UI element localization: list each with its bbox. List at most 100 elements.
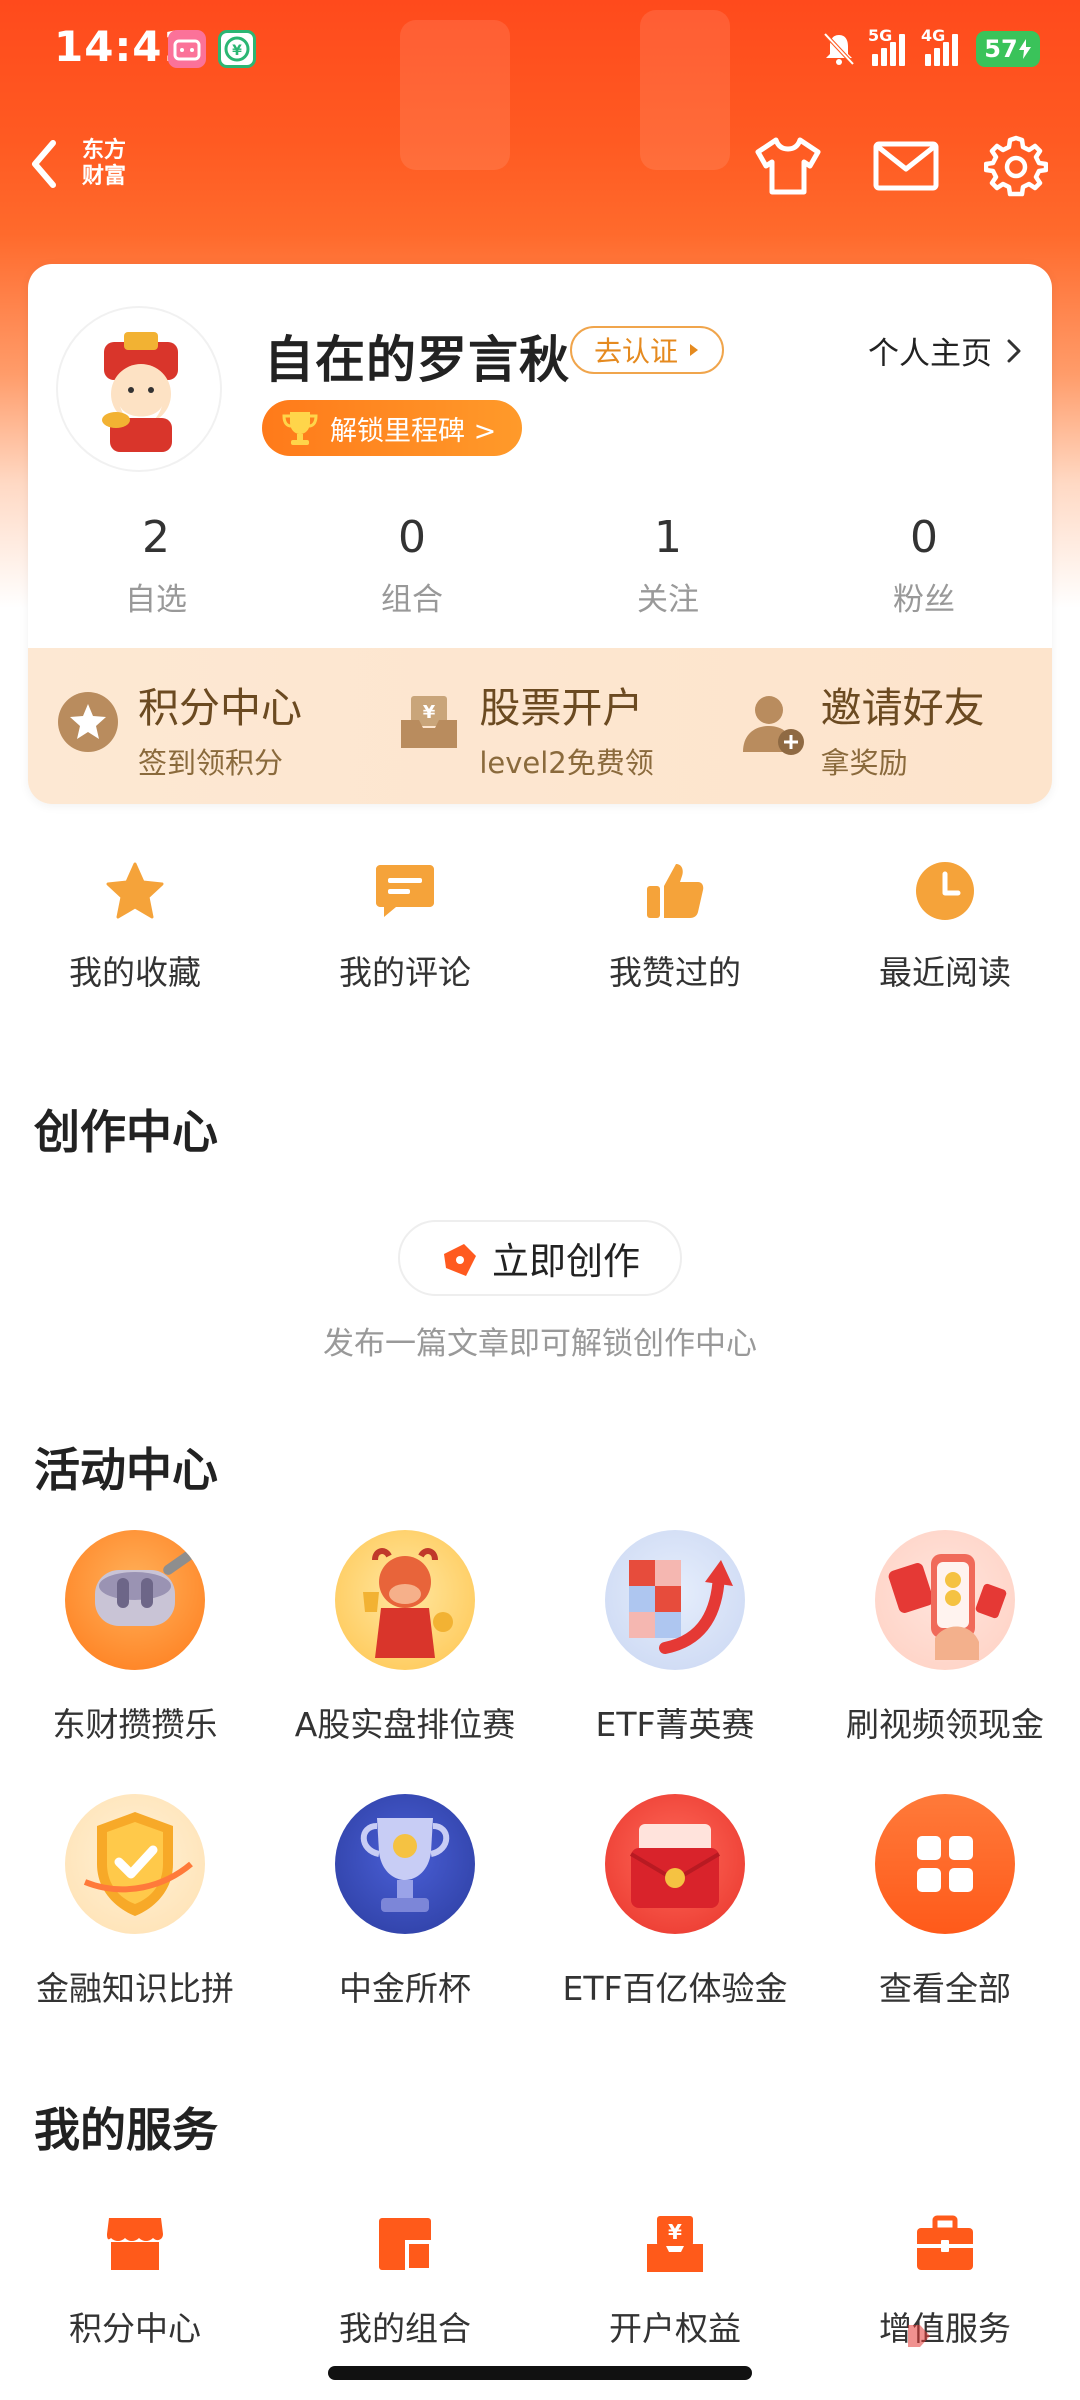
theme-shirt-button[interactable] [752, 130, 824, 202]
back-button[interactable] [22, 134, 66, 194]
service-label: 开户权益 [609, 2309, 741, 2348]
network-5g-label: 5G [868, 26, 893, 45]
my-services-title: 我的服务 [34, 2103, 218, 2157]
avatar[interactable] [56, 306, 222, 472]
stat-label: 组合 [381, 582, 443, 618]
network-4g-label: 4G [921, 26, 946, 45]
promo-subtitle: level2免费领 [479, 746, 654, 780]
stat-watchlist[interactable]: 2 自选 [28, 512, 284, 632]
portfolio-icon [375, 2214, 435, 2274]
earbuds-prize-icon [65, 1530, 205, 1670]
gift-envelope-icon [605, 1794, 745, 1934]
comment-icon [372, 858, 438, 924]
signal-5g-icon: 5G [868, 26, 905, 66]
verify-label: 去认证 [594, 335, 679, 368]
quick-label: 我的评论 [339, 953, 471, 992]
promo-strip: 积分中心 签到领积分 ¥ 股票开户 level2免费领 邀请好友 拿奖励 [28, 648, 1052, 804]
activity-item[interactable]: ETF百亿体验金 [540, 1794, 810, 2010]
promo-points-center[interactable]: 积分中心 签到领积分 [28, 648, 369, 804]
quick-label: 我赞过的 [609, 953, 741, 992]
yen-box-icon: ¥ [645, 2214, 705, 2274]
stat-label: 自选 [125, 582, 187, 618]
profile-card: 自在的罗言秋 去认证 个人主页 解锁里程碑 > 2 自选 0 组合 1 关注 0… [28, 264, 1052, 804]
service-item[interactable]: ¥ 开户权益 [540, 2214, 810, 2350]
bull-trophy-icon [335, 1530, 475, 1670]
activity-item[interactable]: ETF菁英赛 [540, 1530, 810, 1746]
create-now-button[interactable]: 立即创作 [398, 1220, 682, 1296]
watermark [904, 2318, 1024, 2354]
status-bar: 14:41 ¥ 5G 4G 57 [0, 0, 1080, 100]
personal-homepage-link[interactable]: 个人主页 [868, 328, 1022, 373]
promo-invite-friends[interactable]: 邀请好友 拿奖励 [711, 648, 1052, 804]
activity-label: 金融知识比拼 [36, 1969, 234, 2008]
stat-value: 0 [398, 512, 426, 563]
briefcase-icon [915, 2214, 975, 2274]
brand-line-2: 财富 [82, 164, 127, 189]
service-item[interactable]: 我的组合 [270, 2214, 540, 2350]
activity-center-title: 活动中心 [34, 1443, 218, 1497]
activity-label: 查看全部 [879, 1969, 1011, 2008]
service-item[interactable]: 积分中心 [0, 2214, 270, 2350]
svg-text:¥: ¥ [232, 43, 242, 59]
messages-button[interactable] [870, 130, 942, 202]
brand-line-1: 东方 [82, 138, 127, 163]
quick-recent-reading[interactable]: 最近阅读 [810, 858, 1080, 994]
profile-stats: 2 自选 0 组合 1 关注 0 粉丝 [28, 512, 1052, 632]
activity-item[interactable]: 中金所杯 [270, 1794, 540, 2010]
quick-comments[interactable]: 我的评论 [270, 858, 540, 994]
promo-title: 股票开户 [479, 684, 644, 732]
settings-button[interactable] [980, 130, 1052, 202]
activity-item[interactable]: 查看全部 [810, 1794, 1080, 2010]
promo-title: 邀请好友 [820, 684, 985, 732]
tshirt-icon [755, 137, 821, 195]
clock-icon [912, 858, 978, 924]
activity-label: A股实盘排位赛 [294, 1705, 516, 1744]
grid-all-icon [875, 1794, 1015, 1934]
verify-button[interactable]: 去认证 [570, 326, 725, 374]
bilibili-icon [168, 30, 206, 68]
activity-item[interactable]: A股实盘排位赛 [270, 1530, 540, 1746]
trophy-cup-icon [335, 1794, 475, 1934]
activity-label: ETF百亿体验金 [562, 1969, 788, 2008]
stat-following[interactable]: 1 关注 [540, 512, 796, 632]
caret-right-icon [690, 344, 699, 356]
quick-liked[interactable]: 我赞过的 [540, 858, 810, 994]
activity-item[interactable]: 金融知识比拼 [0, 1794, 270, 2010]
svg-text:¥: ¥ [423, 702, 436, 723]
invite-friend-icon [739, 690, 804, 755]
promo-subtitle: 签到领积分 [138, 746, 284, 780]
points-star-icon [56, 690, 120, 754]
star-icon [102, 858, 168, 924]
stat-followers[interactable]: 0 粉丝 [796, 512, 1052, 632]
activity-item[interactable]: 东财攒攒乐 [0, 1530, 270, 1746]
activity-item[interactable]: 刷视频领现金 [810, 1530, 1080, 1746]
gear-icon [984, 135, 1048, 197]
brand-logo: 东方 财富 [82, 138, 134, 190]
chevron-left-icon [32, 140, 56, 188]
mute-bell-icon [823, 32, 855, 66]
battery-level: 57 [984, 35, 1018, 63]
stat-portfolios[interactable]: 0 组合 [284, 512, 540, 632]
watermark-logo-icon [908, 2325, 930, 2347]
username: 自在的罗言秋 [264, 331, 570, 389]
charging-icon [1018, 39, 1031, 59]
activity-label: 中金所杯 [339, 1969, 471, 2008]
status-icons: 5G 4G 57 [822, 26, 1040, 72]
promo-stock-account[interactable]: ¥ 股票开户 level2免费领 [369, 648, 710, 804]
activity-row-2: 金融知识比拼 中金所杯 ETF百亿体验金 查看全部 [0, 1794, 1080, 2010]
top-nav: 东方 财富 [0, 120, 1080, 210]
unlock-milestone-button[interactable]: 解锁里程碑 > [262, 400, 523, 456]
activity-label: ETF菁英赛 [595, 1705, 755, 1744]
bank-app-icon: ¥ [218, 30, 256, 68]
quick-label: 我的收藏 [69, 953, 201, 992]
creation-hint: 发布一篇文章即可解锁创作中心 [323, 1326, 757, 1362]
quick-favorites[interactable]: 我的收藏 [0, 858, 270, 994]
homepage-label: 个人主页 [868, 336, 992, 372]
creation-center-title: 创作中心 [34, 1105, 218, 1159]
account-open-icon: ¥ [397, 690, 461, 754]
create-now-label: 立即创作 [492, 1240, 640, 1283]
quick-label: 最近阅读 [879, 953, 1011, 992]
home-indicator[interactable] [328, 2366, 752, 2380]
stat-label: 粉丝 [893, 582, 955, 618]
shield-check-icon [65, 1794, 205, 1934]
